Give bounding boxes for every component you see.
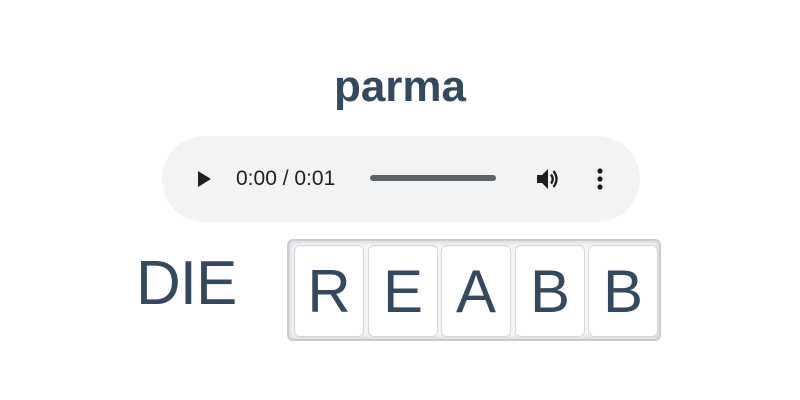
target-word: parma xyxy=(333,62,467,111)
audio-progress-bar[interactable] xyxy=(370,175,496,181)
audio-time: 0:00 / 0:01 xyxy=(236,167,336,190)
exercise-stage: parma 0:00 / 0:01 DIE R E A B B xyxy=(0,0,800,400)
more-vert-icon xyxy=(597,168,603,190)
play-icon xyxy=(198,171,211,187)
volume-icon xyxy=(537,169,558,189)
letter-tile[interactable]: B xyxy=(588,245,658,337)
letter-tile[interactable]: B xyxy=(515,245,585,337)
article-prefix: DIE xyxy=(136,249,237,318)
volume-button[interactable] xyxy=(534,165,562,193)
letter-tile[interactable]: E xyxy=(368,245,438,337)
play-button[interactable] xyxy=(190,165,218,193)
letter-tile[interactable]: R xyxy=(294,245,364,337)
more-options-button[interactable] xyxy=(588,165,612,193)
letter-tile[interactable]: A xyxy=(441,245,511,337)
